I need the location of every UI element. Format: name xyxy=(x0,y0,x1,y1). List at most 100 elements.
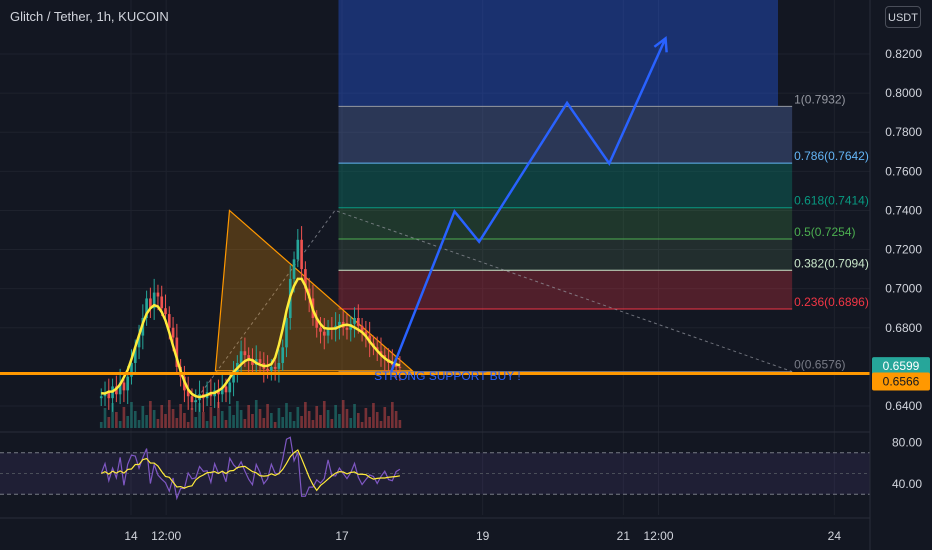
candle-body xyxy=(171,327,175,338)
volume-bar xyxy=(133,411,137,428)
candle-body xyxy=(156,292,160,297)
time-axis-label: 12:00 xyxy=(151,529,181,543)
volume-bar xyxy=(251,414,254,428)
volume-bar xyxy=(175,418,179,428)
volume-bar xyxy=(356,413,360,428)
rsi-axis-label: 40.00 xyxy=(892,477,922,491)
volume-bar xyxy=(391,402,394,428)
fib-band xyxy=(338,270,793,310)
volume-bar xyxy=(111,403,114,428)
volume-bar xyxy=(330,419,334,428)
price-axis-label: 0.8200 xyxy=(885,47,922,61)
volume-bar xyxy=(277,408,281,428)
price-axis-background xyxy=(870,0,932,550)
volume-bar xyxy=(360,422,364,428)
volume-bar xyxy=(122,407,126,428)
currency-button[interactable]: USDT xyxy=(885,6,921,28)
fib-level-label: 0.786(0.7642) xyxy=(794,149,869,163)
candle-body xyxy=(190,396,194,403)
volume-bar xyxy=(137,420,141,428)
price-axis-label: 0.6400 xyxy=(885,399,922,413)
volume-bar xyxy=(236,401,239,428)
volume-bar xyxy=(349,418,353,428)
volume-bar xyxy=(334,405,337,428)
candle-body xyxy=(164,308,167,315)
candle-body xyxy=(356,318,360,326)
volume-bar xyxy=(186,422,190,428)
time-axis-label: 14 xyxy=(124,529,138,543)
fib-level-label: 1(0.7932) xyxy=(794,92,845,106)
volume-bar xyxy=(164,414,167,428)
volume-bar xyxy=(99,422,103,428)
volume-bar xyxy=(232,415,235,428)
volume-bar xyxy=(304,402,307,428)
volume-bar xyxy=(194,417,198,428)
candle-body xyxy=(322,331,326,336)
volume-bar xyxy=(387,416,390,428)
volume-bar xyxy=(254,400,258,428)
volume-bar xyxy=(156,419,160,428)
volume-bar xyxy=(353,404,356,428)
volume-bar xyxy=(179,404,182,428)
candle-body xyxy=(398,366,402,368)
volume-bar xyxy=(228,406,232,428)
volume-bar xyxy=(171,409,175,428)
volume-bar xyxy=(288,412,292,428)
fib-top-band xyxy=(338,0,778,107)
volume-bar xyxy=(394,411,398,428)
volume-bar xyxy=(300,416,303,428)
volume-bar xyxy=(326,410,330,428)
volume-bar xyxy=(213,416,216,428)
volume-bar xyxy=(338,414,341,428)
volume-bar xyxy=(307,411,311,428)
volume-bar xyxy=(375,412,379,428)
fib-level-label: 0.618(0.7414) xyxy=(794,194,869,208)
support-annotation: STRONG SUPPORT BUY ! xyxy=(374,369,521,383)
candle-body xyxy=(160,296,164,309)
volume-bar xyxy=(368,417,371,428)
fib-band xyxy=(338,207,793,239)
price-axis-label: 0.8000 xyxy=(885,86,922,100)
candle-body xyxy=(243,351,247,356)
support-price-label: 0.6566 xyxy=(883,375,920,389)
volume-bar xyxy=(372,403,375,428)
volume-bar xyxy=(115,412,118,428)
candle-body xyxy=(353,318,356,324)
candle-body xyxy=(99,396,103,399)
candle-body xyxy=(345,327,349,330)
volume-bar xyxy=(239,410,243,428)
volume-bar xyxy=(296,407,300,428)
candle-body xyxy=(292,259,296,279)
price-axis-label: 0.7000 xyxy=(885,282,922,296)
price-axis-label: 0.7800 xyxy=(885,125,922,139)
volume-bar xyxy=(141,406,145,428)
fib-band xyxy=(338,106,793,164)
price-axis-label: 0.7200 xyxy=(885,243,922,257)
candle-body xyxy=(270,366,273,371)
time-axis-label: 21 xyxy=(617,529,631,543)
time-axis-label: 12:00 xyxy=(643,529,673,543)
fib-band xyxy=(338,163,793,208)
volume-bar xyxy=(217,402,220,428)
volume-bar xyxy=(201,412,205,428)
time-axis-label: 17 xyxy=(335,529,349,543)
candle-body xyxy=(232,374,235,383)
volume-bar xyxy=(281,417,285,428)
volume-bar xyxy=(266,404,269,428)
volume-bar xyxy=(345,409,349,428)
volume-bar xyxy=(322,401,326,428)
candle-body xyxy=(277,362,281,369)
candle-body xyxy=(296,239,300,260)
volume-bar xyxy=(341,400,345,428)
fib-band xyxy=(338,238,793,271)
candle-body xyxy=(228,382,232,393)
volume-bar xyxy=(149,401,152,428)
volume-bar xyxy=(273,422,277,428)
volume-bar xyxy=(364,408,368,428)
volume-bar xyxy=(262,418,266,428)
candle-body xyxy=(285,318,288,348)
volume-bar xyxy=(220,411,224,428)
price-chart[interactable]: 1(0.7932) 0.786(0.7642) 0.618(0.7414) 0.5(0… xyxy=(0,0,932,550)
candle-body xyxy=(266,368,269,371)
fib-level-label: 0.5(0.7254) xyxy=(794,225,855,239)
